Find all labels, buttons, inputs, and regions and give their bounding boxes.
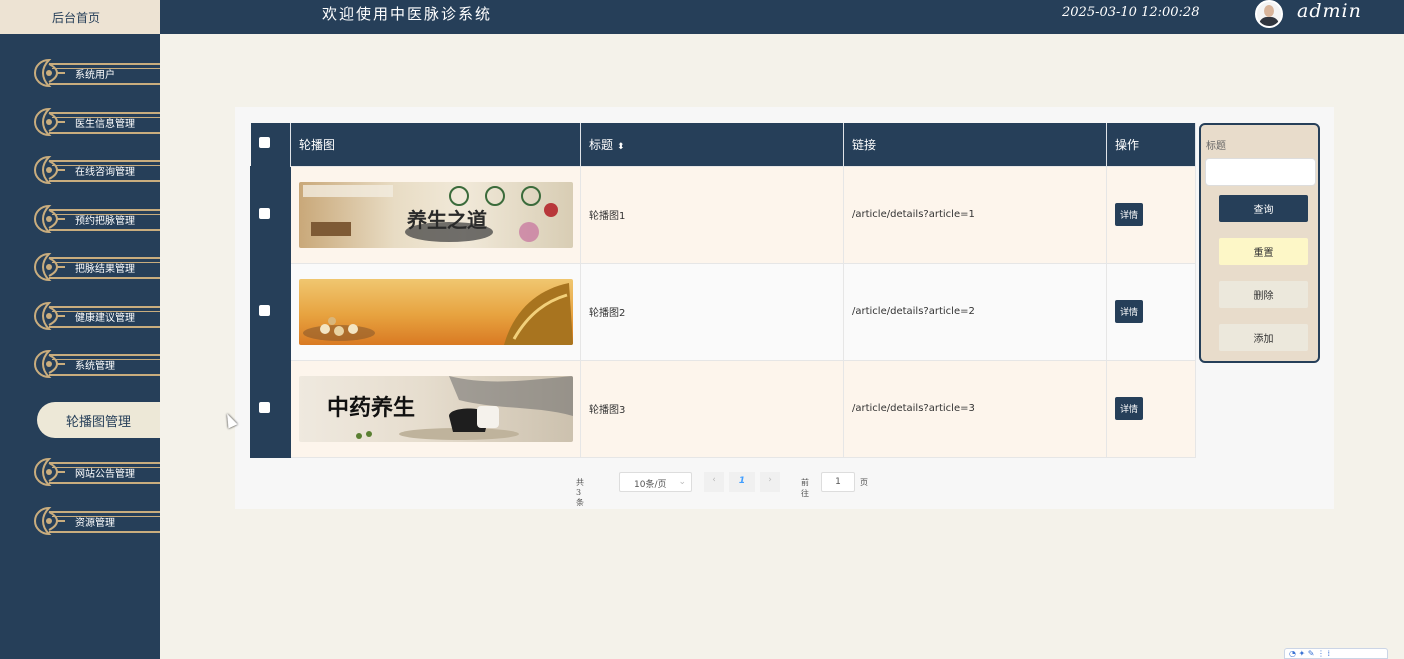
delete-button[interactable]: 删除 bbox=[1219, 281, 1308, 308]
username[interactable]: admin bbox=[1297, 0, 1362, 22]
sidebar-item-banner-management[interactable]: 轮播图管理 bbox=[37, 402, 160, 438]
banner-image: 养生之道 bbox=[299, 181, 573, 248]
search-title-label: 标题 bbox=[1206, 141, 1226, 152]
detail-button[interactable]: 详情 bbox=[1115, 203, 1144, 226]
pagination-total: 共 3 条 bbox=[576, 478, 584, 507]
current-page-number[interactable]: 1 bbox=[729, 472, 755, 492]
sidebar-item[interactable]: 网站公告管理 bbox=[33, 455, 160, 489]
sidebar-item[interactable]: 系统管理 bbox=[33, 347, 160, 381]
cloud-ornament-icon bbox=[33, 155, 65, 185]
action-cell: 详情 bbox=[1106, 262, 1196, 361]
avatar-head-shape bbox=[1264, 5, 1274, 17]
select-all-cell bbox=[250, 123, 291, 166]
sidebar-item[interactable]: 把脉结果管理 bbox=[33, 250, 160, 284]
sidebar-item-label: 预约把脉管理 bbox=[75, 216, 135, 227]
cloud-ornament-icon bbox=[33, 58, 65, 88]
link-cell: /article/details?article=1 bbox=[843, 165, 1107, 264]
banner-image-cell: 中药养生 bbox=[290, 359, 581, 458]
sidebar-item[interactable]: 在线咨询管理 bbox=[33, 153, 160, 187]
corner-toolbar-widget[interactable]: ◔ ✦ ✎ ⋮ ⁞ bbox=[1284, 648, 1388, 659]
reset-button[interactable]: 重置 bbox=[1219, 238, 1308, 265]
table-row: 轮播图2 /article/details?article=2 详情 bbox=[250, 262, 1196, 361]
avatar-body-shape bbox=[1259, 17, 1279, 26]
sidebar-item[interactable]: 医生信息管理 bbox=[33, 105, 160, 139]
chevron-left-icon: ‹ bbox=[712, 475, 716, 485]
sidebar-item-label: 把脉结果管理 bbox=[75, 264, 135, 275]
column-header-image: 轮播图 bbox=[290, 123, 581, 166]
next-page-button[interactable]: › bbox=[760, 472, 780, 492]
row-checkbox[interactable] bbox=[259, 207, 270, 219]
page-size-select[interactable]: 10条/页 ⌄ bbox=[619, 472, 692, 492]
top-bar: 后台首页 欢迎使用中医脉诊系统 2025-03-10 12:00:28 admi… bbox=[0, 0, 1404, 34]
row-checkbox-cell bbox=[250, 359, 291, 458]
sidebar-item[interactable]: 预约把脉管理 bbox=[33, 202, 160, 236]
action-cell: 详情 bbox=[1106, 165, 1196, 264]
sidebar-item-label: 在线咨询管理 bbox=[75, 167, 135, 178]
sidebar-item-label: 系统管理 bbox=[75, 361, 115, 372]
cloud-ornament-icon bbox=[33, 457, 65, 487]
page-size-value: 10条/页 bbox=[634, 480, 667, 490]
search-panel: 标题 查询 重置 删除 添加 bbox=[1199, 123, 1320, 363]
row-checkbox-cell bbox=[250, 165, 291, 264]
banner-art bbox=[303, 282, 573, 345]
table-row: 中药养生 轮播图3 /article/details?article=3 详情 bbox=[250, 359, 1196, 458]
sidebar-item[interactable]: 系统用户 bbox=[33, 56, 160, 90]
table-row: 养生之道 轮播图1 /article/details?article=1 详情 bbox=[250, 165, 1196, 264]
title-cell: 轮播图3 bbox=[580, 359, 844, 458]
column-header-title[interactable]: 标题 ⬍ bbox=[580, 123, 844, 166]
column-header-title-label: 标题 bbox=[589, 137, 614, 152]
title-cell: 轮播图1 bbox=[580, 165, 844, 264]
chevron-right-icon: › bbox=[768, 475, 772, 485]
link-cell: /article/details?article=2 bbox=[843, 262, 1107, 361]
add-button[interactable]: 添加 bbox=[1219, 324, 1308, 351]
banner-text: 养生之道 bbox=[407, 207, 487, 232]
goto-label: 前往 bbox=[801, 478, 809, 498]
cloud-ornament-icon bbox=[33, 506, 65, 536]
cloud-ornament-icon bbox=[33, 204, 65, 234]
title-cell: 轮播图2 bbox=[580, 262, 844, 361]
sidebar-item-label: 资源管理 bbox=[75, 518, 115, 529]
toolbar-icons: ◔ ✦ ✎ ⋮ ⁞ bbox=[1289, 649, 1331, 658]
row-checkbox[interactable] bbox=[259, 304, 270, 316]
column-header-link: 链接 bbox=[843, 123, 1107, 166]
banner-text: 中药养生 bbox=[327, 394, 416, 421]
sidebar-item[interactable]: 健康建议管理 bbox=[33, 299, 160, 333]
sidebar-item-label: 网站公告管理 bbox=[75, 469, 135, 480]
avatar[interactable] bbox=[1255, 0, 1283, 28]
sidebar-item-label: 健康建议管理 bbox=[75, 313, 135, 324]
app-title: 欢迎使用中医脉诊系统 bbox=[322, 5, 493, 23]
column-header-action: 操作 bbox=[1106, 123, 1196, 166]
sidebar-item-label: 医生信息管理 bbox=[75, 119, 135, 130]
cloud-ornament-icon bbox=[33, 349, 65, 379]
row-checkbox[interactable] bbox=[259, 401, 270, 413]
cloud-ornament-icon bbox=[33, 107, 65, 137]
detail-button[interactable]: 详情 bbox=[1115, 300, 1144, 323]
banner-table: 轮播图 标题 ⬍ 链接 操作 养生之道 轮播图1 /article/detail… bbox=[250, 123, 1196, 458]
banner-image: 中药养生 bbox=[299, 375, 573, 442]
action-cell: 详情 bbox=[1106, 359, 1196, 458]
sidebar-item-label: 系统用户 bbox=[75, 70, 115, 81]
goto-page-input[interactable]: 1 bbox=[821, 472, 855, 492]
home-tab[interactable]: 后台首页 bbox=[0, 0, 160, 34]
chevron-down-icon: ⌄ bbox=[678, 477, 686, 487]
sort-icon[interactable]: ⬍ bbox=[617, 142, 625, 152]
detail-button[interactable]: 详情 bbox=[1115, 397, 1144, 420]
link-cell: /article/details?article=3 bbox=[843, 359, 1107, 458]
prev-page-button[interactable]: ‹ bbox=[704, 472, 724, 492]
banner-image bbox=[299, 278, 573, 345]
datetime-display: 2025-03-10 12:00:28 bbox=[1062, 5, 1200, 20]
query-button[interactable]: 查询 bbox=[1219, 195, 1308, 222]
page-suffix-label: 页 bbox=[860, 478, 868, 487]
sidebar-item[interactable]: 资源管理 bbox=[33, 504, 160, 538]
row-checkbox-cell bbox=[250, 262, 291, 361]
cloud-ornament-icon bbox=[33, 301, 65, 331]
select-all-checkbox[interactable] bbox=[258, 137, 270, 149]
search-title-input[interactable] bbox=[1205, 158, 1316, 186]
banner-image-cell bbox=[290, 262, 581, 361]
table-header-row: 轮播图 标题 ⬍ 链接 操作 bbox=[250, 123, 1196, 166]
cloud-ornament-icon bbox=[33, 252, 65, 282]
banner-image-cell: 养生之道 bbox=[290, 165, 581, 264]
